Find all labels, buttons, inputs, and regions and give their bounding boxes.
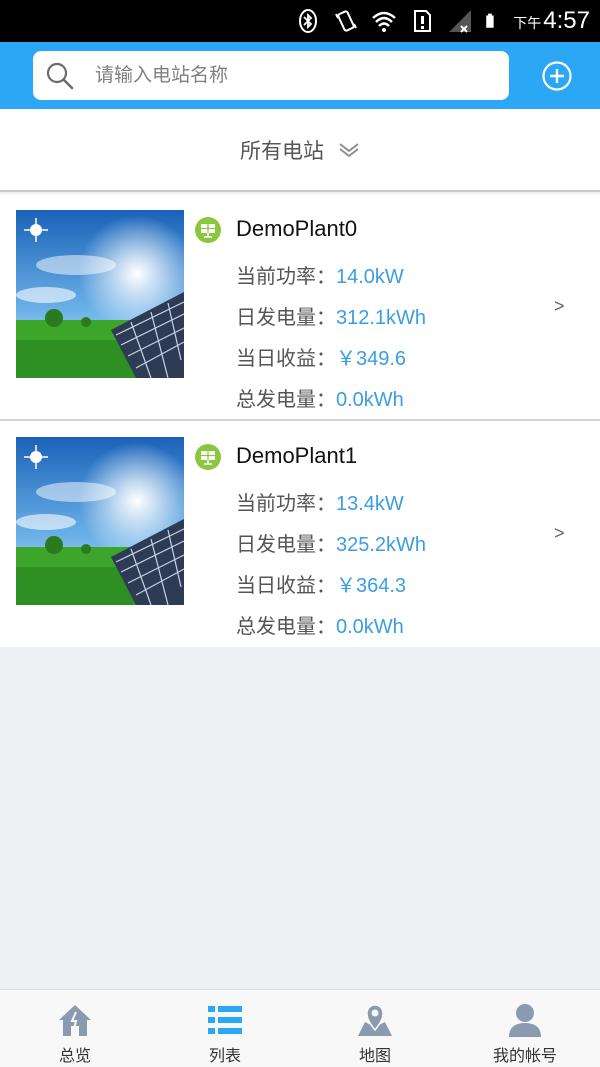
list-icon bbox=[208, 1006, 242, 1034]
solar-panel-icon bbox=[195, 444, 221, 470]
nav-label: 列表 bbox=[208, 1046, 241, 1065]
total-energy-value: 0.0kWh bbox=[336, 389, 404, 411]
clock: 下午 4:57 bbox=[513, 7, 590, 35]
nav-label: 总览 bbox=[58, 1046, 91, 1065]
current-power-value: 13.4kW bbox=[336, 493, 404, 515]
daily-income-value: ￥364.3 bbox=[336, 575, 407, 597]
total-energy-value: 0.0kWh bbox=[336, 616, 404, 638]
total-energy-row: 总发电量：0.0kWh bbox=[236, 383, 404, 412]
plant-name: DemoPlant1 bbox=[236, 443, 358, 468]
user-icon bbox=[509, 1004, 541, 1037]
daily-energy-label: 日发电量： bbox=[236, 532, 336, 556]
status-bar: 下午 4:57 bbox=[0, 0, 600, 42]
daily-energy-value: 312.1kWh bbox=[336, 307, 427, 329]
daily-energy-value: 325.2kWh bbox=[336, 534, 427, 556]
plus-circle-icon[interactable] bbox=[541, 60, 573, 92]
search-header bbox=[0, 42, 600, 109]
daily-energy-label: 日发电量： bbox=[236, 305, 336, 329]
daily-energy-row: 日发电量：325.2kWh bbox=[236, 528, 426, 557]
solar-plant-thumbnail bbox=[16, 437, 184, 605]
signal-icon bbox=[449, 10, 472, 33]
battery-icon bbox=[486, 13, 494, 28]
plant-list: DemoPlant0 当前功率：14.0kW 日发电量：312.1kWh 当日收… bbox=[0, 194, 600, 647]
current-power-value: 14.0kW bbox=[336, 266, 404, 288]
search-icon bbox=[46, 62, 74, 90]
filter-label: 所有电站 bbox=[240, 138, 324, 163]
detail-arrow[interactable]: > bbox=[554, 523, 565, 544]
map-icon bbox=[358, 1004, 392, 1036]
daily-income-row: 当日收益：￥364.3 bbox=[236, 569, 406, 598]
bluetooth-icon bbox=[299, 9, 318, 33]
total-energy-label: 总发电量： bbox=[236, 614, 336, 638]
home-icon bbox=[59, 1005, 91, 1036]
plant-list-item[interactable]: DemoPlant0 当前功率：14.0kW 日发电量：312.1kWh 当日收… bbox=[0, 194, 600, 421]
bottom-nav: 总览 列表 地图 我的帐号 bbox=[0, 989, 600, 1067]
search-input[interactable] bbox=[95, 59, 495, 91]
plant-name: DemoPlant0 bbox=[236, 216, 358, 241]
total-energy-row: 总发电量：0.0kWh bbox=[236, 610, 404, 639]
nav-item-list[interactable]: 列表 bbox=[150, 990, 300, 1067]
station-filter[interactable]: 所有电站 bbox=[0, 109, 600, 192]
nav-label: 地图 bbox=[358, 1046, 391, 1065]
current-power-label: 当前功率： bbox=[236, 491, 336, 515]
status-icons: 下午 4:57 bbox=[295, 6, 590, 36]
wifi-icon bbox=[372, 11, 397, 32]
daily-income-label: 当日收益： bbox=[236, 346, 336, 370]
current-power-row: 当前功率：14.0kW bbox=[236, 260, 404, 289]
current-power-row: 当前功率：13.4kW bbox=[236, 487, 404, 516]
detail-arrow[interactable]: > bbox=[554, 296, 565, 317]
current-power-label: 当前功率： bbox=[236, 264, 336, 288]
vibrate-icon bbox=[335, 10, 358, 32]
daily-income-value: ￥349.6 bbox=[336, 348, 407, 370]
search-box[interactable] bbox=[33, 51, 509, 100]
nav-item-map[interactable]: 地图 bbox=[300, 990, 450, 1067]
daily-energy-row: 日发电量：312.1kWh bbox=[236, 301, 426, 330]
clock-time: 4:57 bbox=[543, 7, 590, 34]
daily-income-row: 当日收益：￥349.6 bbox=[236, 342, 406, 371]
chevron-down-icon bbox=[339, 142, 359, 157]
nav-item-overview[interactable]: 总览 bbox=[0, 990, 150, 1067]
clock-ampm: 下午 bbox=[513, 16, 542, 32]
solar-plant-thumbnail bbox=[16, 210, 184, 378]
nav-label: 我的帐号 bbox=[492, 1046, 557, 1065]
plant-list-item[interactable]: DemoPlant1 当前功率：13.4kW 日发电量：325.2kWh 当日收… bbox=[0, 421, 600, 647]
solar-panel-icon bbox=[195, 217, 221, 243]
nav-item-account[interactable]: 我的帐号 bbox=[450, 990, 600, 1067]
total-energy-label: 总发电量： bbox=[236, 387, 336, 411]
sim-icon bbox=[414, 10, 432, 32]
daily-income-label: 当日收益： bbox=[236, 573, 336, 597]
